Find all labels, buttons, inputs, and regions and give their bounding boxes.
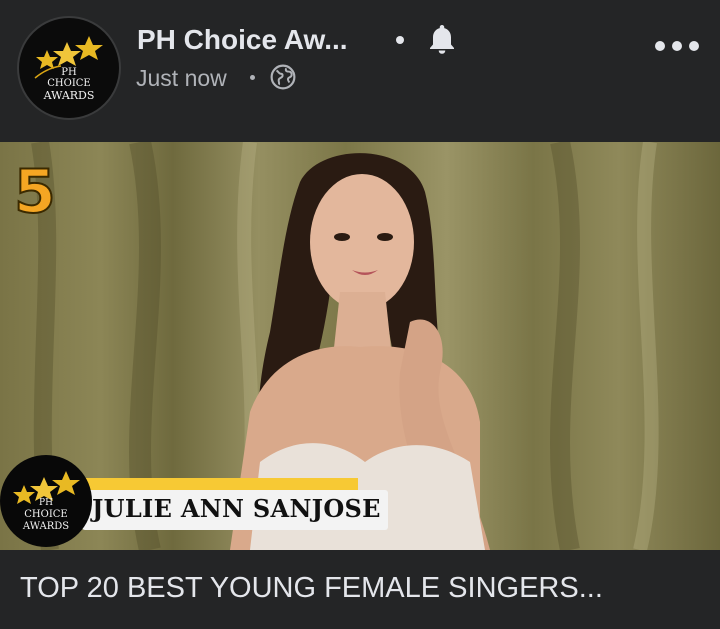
logo-line-2: CHOICE	[47, 78, 91, 89]
post-caption[interactable]: TOP 20 BEST YOUNG FEMALE SINGERS...	[0, 550, 720, 629]
post-timestamp[interactable]: Just now	[136, 65, 227, 92]
nominee-name: JULIE ANN SANJOSE	[92, 494, 381, 523]
more-options-button[interactable]	[655, 34, 701, 58]
awards-badge: PH CHOICE AWARDS	[0, 455, 92, 547]
badge-line-2: CHOICE	[24, 509, 68, 520]
rank-number: 5	[13, 157, 57, 227]
bell-icon[interactable]	[424, 22, 460, 58]
more-dot	[672, 41, 682, 51]
caption-text: TOP 20 BEST YOUNG FEMALE SINGERS...	[20, 572, 603, 604]
separator-dot	[396, 36, 404, 44]
page-avatar[interactable]: PH CHOICE AWARDS	[17, 16, 121, 120]
face-shape	[310, 174, 414, 310]
globe-icon	[270, 64, 296, 90]
more-dot	[655, 41, 665, 51]
more-dot	[689, 41, 699, 51]
post-header: PH CHOICE AWARDS PH Choice Aw... Just no…	[0, 0, 720, 142]
meta-separator-dot	[250, 75, 255, 80]
logo-line-1: PH	[61, 67, 77, 78]
post-image[interactable]: 5 JULIE ANN SANJOSE PH CHOICE AWARDS	[0, 142, 720, 550]
page-name[interactable]: PH Choice Aw...	[137, 24, 348, 56]
badge-line-3: AWARDS	[22, 521, 70, 532]
badge-line-1: PH	[39, 498, 53, 508]
logo-line-3: AWARDS	[43, 89, 95, 102]
